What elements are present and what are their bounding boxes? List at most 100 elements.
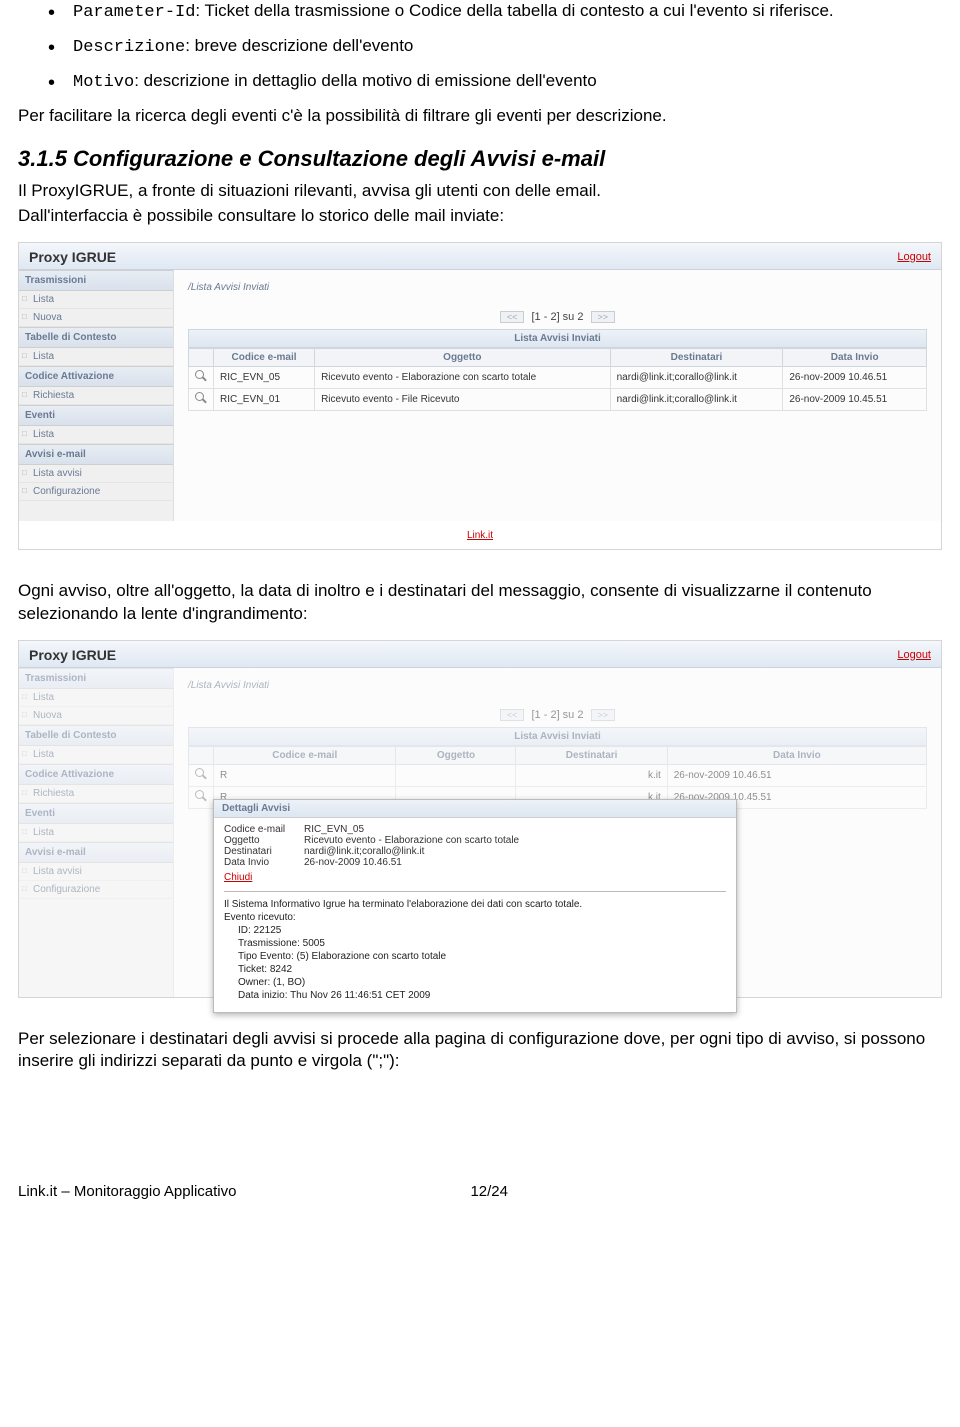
sidebar-group-codice: Codice Attivazione: [19, 366, 173, 387]
sidebar-group-tabelle: Tabelle di Contesto: [19, 327, 173, 348]
bullet-list: Parameter-Id: Ticket della trasmissione …: [18, 0, 942, 95]
screenshot-proxy-igrue-list: Proxy IGRUE Logout Trasmissioni Lista Nu…: [18, 242, 942, 550]
col-oggetto: Oggetto: [315, 348, 611, 366]
pager-text: [1 - 2] su 2: [532, 709, 584, 721]
modal-body-line: Tipo Evento: (5) Elaborazione con scarto…: [224, 950, 726, 963]
logout-link[interactable]: Logout: [897, 251, 931, 263]
cell-destinatari: nardi@link.it;corallo@link.it: [610, 388, 783, 410]
col-icon: [189, 746, 214, 764]
bullet-code: Descrizione: [73, 38, 185, 57]
paragraph: Ogni avviso, oltre all'oggetto, la data …: [18, 580, 942, 626]
sidebar-item-lista[interactable]: Lista: [19, 689, 173, 707]
modal-body-line: ID: 22125: [224, 924, 726, 937]
pager-next-button[interactable]: >>: [591, 311, 616, 323]
pager-prev-button[interactable]: <<: [500, 311, 525, 323]
main-panel: /Lista Avvisi Inviati << [1 - 2] su 2 >>…: [174, 668, 941, 997]
col-data: Data Invio: [783, 348, 927, 366]
screenshot-proxy-igrue-detail: Proxy IGRUE Logout Trasmissioni Lista Nu…: [18, 640, 942, 998]
cell-codice: RIC_EVN_01: [214, 388, 315, 410]
magnify-icon[interactable]: [195, 790, 207, 802]
cell-destinatari: nardi@link.it;corallo@link.it: [610, 366, 783, 388]
col-destinatari: Destinatari: [516, 746, 667, 764]
col-codice: Codice e-mail: [214, 348, 315, 366]
pager: << [1 - 2] su 2 >>: [188, 311, 927, 323]
magnify-icon[interactable]: [195, 392, 207, 404]
sidebar-item-nuova[interactable]: Nuova: [19, 309, 173, 327]
sidebar-item-lista[interactable]: Lista: [19, 426, 173, 444]
cell-oggetto: Ricevuto evento - Elaborazione con scart…: [315, 366, 611, 388]
linkit-link[interactable]: Link.it: [467, 530, 493, 541]
sidebar-item-lista-avvisi[interactable]: Lista avvisi: [19, 863, 173, 881]
app-title: Proxy IGRUE: [29, 647, 116, 663]
pager-next-button[interactable]: >>: [591, 709, 616, 721]
app-topbar: Proxy IGRUE Logout: [19, 641, 941, 668]
sidebar-item-richiesta[interactable]: Richiesta: [19, 387, 173, 405]
section-heading: 3.1.5 Configurazione e Consultazione deg…: [18, 146, 942, 172]
col-codice: Codice e-mail: [214, 746, 396, 764]
pager: << [1 - 2] su 2 >>: [188, 709, 927, 721]
sidebar: Trasmissioni Lista Nuova Tabelle di Cont…: [19, 270, 174, 521]
bullet-code: Motivo: [73, 73, 134, 92]
col-destinatari: Destinatari: [610, 348, 783, 366]
bullet-text: : descrizione in dettaglio della motivo …: [134, 71, 597, 90]
col-oggetto: Oggetto: [396, 746, 516, 764]
sidebar-item-lista[interactable]: Lista: [19, 291, 173, 309]
sidebar: Trasmissioni Lista Nuova Tabelle di Cont…: [19, 668, 174, 997]
paragraph: Dall'interfaccia è possibile consultare …: [18, 205, 942, 228]
sidebar-item-nuova[interactable]: Nuova: [19, 707, 173, 725]
footer-left: Link.it – Monitoraggio Applicativo: [18, 1183, 236, 1200]
detail-modal: Dettagli Avvisi Codice e-mailRIC_EVN_05 …: [213, 799, 737, 1013]
table-row: RIC_EVN_05 Ricevuto evento - Elaborazion…: [189, 366, 927, 388]
app-title: Proxy IGRUE: [29, 249, 116, 265]
paragraph: Il ProxyIGRUE, a fronte di situazioni ri…: [18, 180, 942, 203]
field-value: nardi@link.it;corallo@link.it: [304, 846, 424, 857]
list-title: Lista Avvisi Inviati: [188, 727, 927, 746]
close-link[interactable]: Chiudi: [224, 872, 726, 883]
table-row: Rk.it 26-nov-2009 10.46.51: [189, 764, 927, 786]
field-label: Data Invio: [224, 857, 304, 868]
sidebar-group-tabelle: Tabelle di Contesto: [19, 725, 173, 746]
footer-page: 12/24: [470, 1183, 508, 1200]
sidebar-group-avvisi: Avvisi e-mail: [19, 444, 173, 465]
sidebar-group-trasmissioni: Trasmissioni: [19, 668, 173, 689]
field-label: Codice e-mail: [224, 824, 304, 835]
sidebar-group-codice: Codice Attivazione: [19, 764, 173, 785]
col-data: Data Invio: [667, 746, 926, 764]
modal-body-line: Owner: (1, BO): [224, 976, 726, 989]
modal-body-line: Data inizio: Thu Nov 26 11:46:51 CET 200…: [224, 989, 726, 1002]
field-label: Destinatari: [224, 846, 304, 857]
sidebar-item-lista-avvisi[interactable]: Lista avvisi: [19, 465, 173, 483]
table-row: RIC_EVN_01 Ricevuto evento - File Ricevu…: [189, 388, 927, 410]
bullet-item: Descrizione: breve descrizione dell'even…: [48, 35, 942, 60]
field-label: Oggetto: [224, 835, 304, 846]
bullet-code: Parameter-Id: [73, 3, 195, 22]
sidebar-item-lista[interactable]: Lista: [19, 348, 173, 366]
modal-body-line: Il Sistema Informativo Igrue ha terminat…: [224, 898, 726, 911]
modal-body-line: Ticket: 8242: [224, 963, 726, 976]
sidebar-group-eventi: Eventi: [19, 405, 173, 426]
sidebar-item-configurazione[interactable]: Configurazione: [19, 483, 173, 501]
bullet-item: Motivo: descrizione in dettaglio della m…: [48, 70, 942, 95]
field-value: RIC_EVN_05: [304, 824, 364, 835]
breadcrumb: /Lista Avvisi Inviati: [188, 680, 927, 691]
pager-prev-button[interactable]: <<: [500, 709, 525, 721]
sidebar-group-eventi: Eventi: [19, 803, 173, 824]
magnify-icon[interactable]: [195, 370, 207, 382]
bullet-text: : Ticket della trasmissione o Codice del…: [195, 1, 833, 20]
magnify-icon[interactable]: [195, 768, 207, 780]
modal-body-line: Trasmissione: 5005: [224, 937, 726, 950]
bullet-item: Parameter-Id: Ticket della trasmissione …: [48, 0, 942, 25]
sidebar-item-lista[interactable]: Lista: [19, 824, 173, 842]
sidebar-item-configurazione[interactable]: Configurazione: [19, 881, 173, 899]
cell-data: 26-nov-2009 10.46.51: [783, 366, 927, 388]
cell-codice: RIC_EVN_05: [214, 366, 315, 388]
sidebar-item-richiesta[interactable]: Richiesta: [19, 785, 173, 803]
cell-data: 26-nov-2009 10.45.51: [783, 388, 927, 410]
paragraph: Per facilitare la ricerca degli eventi c…: [18, 105, 942, 128]
sidebar-group-avvisi: Avvisi e-mail: [19, 842, 173, 863]
sidebar-item-lista[interactable]: Lista: [19, 746, 173, 764]
col-icon: [189, 348, 214, 366]
page-footer: Link.it – Monitoraggio Applicativo 12/24: [18, 1183, 942, 1220]
modal-title: Dettagli Avvisi: [214, 800, 736, 818]
logout-link[interactable]: Logout: [897, 649, 931, 661]
